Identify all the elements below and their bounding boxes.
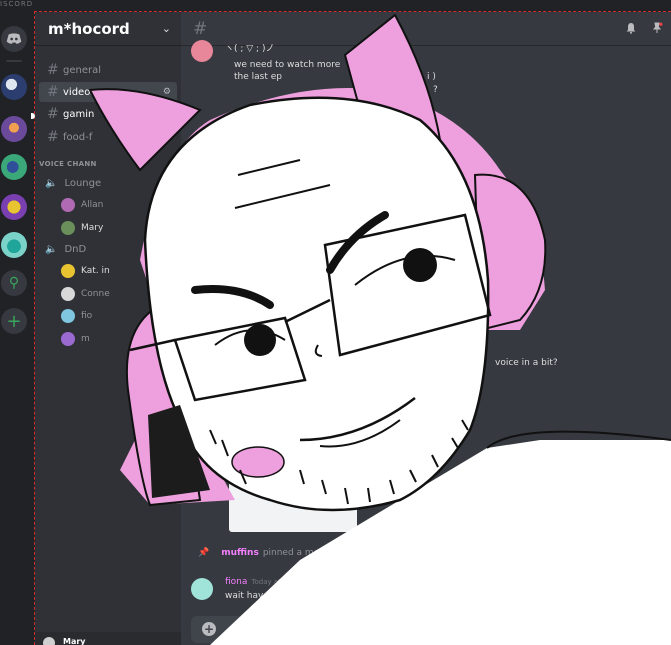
doodle-pupil-right <box>403 248 437 282</box>
doodle-mic <box>231 446 285 478</box>
doodle-face <box>143 96 490 512</box>
doodle-overlay <box>88 13 671 645</box>
doodle-pupil-left <box>244 324 276 356</box>
